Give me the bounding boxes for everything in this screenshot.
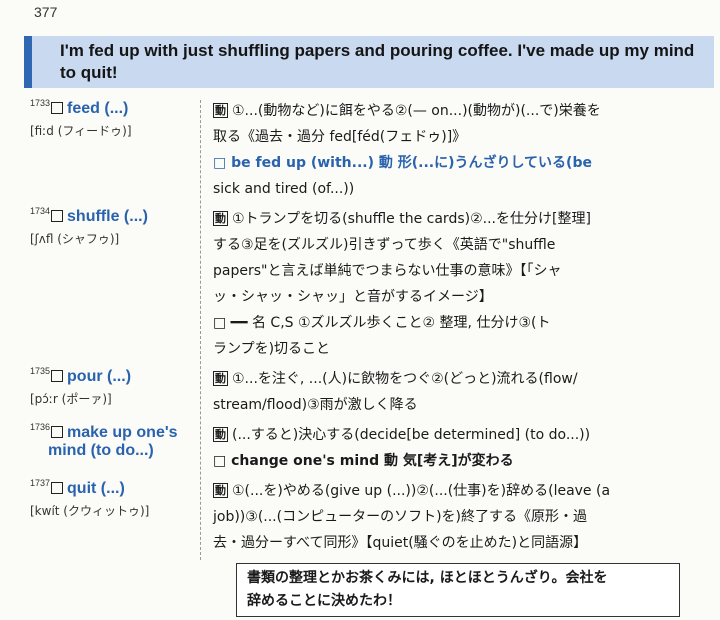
translation-line: 辞めることに決めたわ！ bbox=[247, 593, 401, 609]
definition-line: ①トランプを切る(shuffle the cards)②...を仕分け[整理] bbox=[232, 211, 591, 227]
example-sentence-heading: I'm fed up with just shuffling papers an… bbox=[24, 36, 714, 88]
part-of-speech-badge: 動 bbox=[213, 483, 228, 498]
headword: pour (...) bbox=[67, 368, 132, 385]
checkbox-icon[interactable] bbox=[51, 426, 64, 438]
pronunciation: [ʃʌfl (シャフゥ)] bbox=[30, 232, 120, 246]
definition-line: ッ・シャッ・シャッ」と音がするイメージ】 bbox=[213, 289, 493, 305]
definition-line: □ ━━ 名 C,S ①ズルズル歩くこと② 整理, 仕分け③(ト bbox=[213, 315, 551, 331]
part-of-speech-badge: 動 bbox=[213, 371, 228, 386]
definition-line: ①...を注ぐ, ...(人)に飲物をつぐ②(どっと)流れる(flow/ bbox=[232, 371, 578, 387]
page-number: 377 bbox=[34, 4, 58, 20]
definition-line: sick and tired (of...)) bbox=[213, 181, 355, 197]
definition: 動 ①トランプを切る(shuffle the cards)②...を仕分け[整理]… bbox=[213, 206, 673, 362]
entry-number: 1735 bbox=[30, 366, 51, 376]
entry-number: 1733 bbox=[30, 98, 51, 108]
pronunciation: [pɔ́ːr (ポーァ)] bbox=[30, 392, 112, 406]
part-of-speech-badge: 動 bbox=[213, 211, 228, 226]
entry-number: 1737 bbox=[30, 478, 51, 488]
checkbox-icon[interactable] bbox=[51, 482, 64, 494]
entry-headword: 1736 make up one's mind (to do...) bbox=[30, 422, 198, 460]
definition: 動 ①...を注ぐ, ...(人)に飲物をつぐ②(どっと)流れる(flow/ st… bbox=[213, 366, 673, 418]
translation-line: 書類の整理とかお茶くみには, ほとほとうんざり。会社を bbox=[247, 570, 608, 586]
entry-headword: 1734 shuffle (...) [ʃʌfl (シャフゥ)] bbox=[30, 206, 198, 247]
definition-line: ①(...を)やめる(give up (...))②(...(仕事)を)辞める(… bbox=[232, 483, 611, 499]
definition-line: する③足を(ズルズル)引きずって歩く《英語で"shuffle bbox=[213, 237, 556, 253]
definition-line: 取る《過去・過分 fed[féd(フェドゥ)]》 bbox=[213, 129, 467, 145]
translation-box: 書類の整理とかお茶くみには, ほとほとうんざり。会社を 辞めることに決めたわ！ bbox=[236, 563, 680, 617]
definition-line: ①...(動物など)に餌をやる②(— on...)(動物が)(...で)栄養を bbox=[232, 103, 601, 119]
headword: quit (...) bbox=[67, 480, 125, 497]
phrase-line: □ be fed up (with...) 動 形(...に)うんざりしている(… bbox=[213, 155, 592, 171]
checkbox-icon[interactable] bbox=[51, 102, 64, 114]
column-divider bbox=[200, 100, 201, 560]
definition: 動 ①...(動物など)に餌をやる②(— on...)(動物が)(...で)栄養を… bbox=[213, 98, 673, 202]
definition-line: stream/flood)③雨が激しく降る bbox=[213, 397, 418, 413]
entry-headword: 1737 quit (...) [kwít (クウィットゥ)] bbox=[30, 478, 198, 519]
headword: make up one's bbox=[67, 424, 178, 441]
definition-line: 去・過分ーすべて同形》【quiet(騒ぐのを止めた)と同語源】 bbox=[213, 535, 588, 551]
example-sentence-text: I'm fed up with just shuffling papers an… bbox=[60, 41, 695, 82]
part-of-speech-badge: 動 bbox=[213, 103, 228, 118]
headword-continued: mind (to do...) bbox=[48, 442, 154, 459]
pronunciation: [kwít (クウィットゥ)] bbox=[30, 504, 150, 518]
definition: 動 (...すると)決心する(decide[be determined] (to … bbox=[213, 422, 673, 474]
pronunciation: [fiːd (フィードゥ)] bbox=[30, 124, 132, 138]
phrase-line: □ change one's mind 動 気[考え]が変わる bbox=[213, 453, 514, 469]
entry-headword: 1735 pour (...) [pɔ́ːr (ポーァ)] bbox=[30, 366, 198, 407]
headword: shuffle (...) bbox=[67, 208, 148, 225]
checkbox-icon[interactable] bbox=[51, 370, 64, 382]
definition-line: job))③(...(コンピューターのソフト)を)終了する《原形・過 bbox=[213, 509, 588, 525]
definition: 動 ①(...を)やめる(give up (...))②(...(仕事)を)辞める… bbox=[213, 478, 673, 556]
entry-number: 1734 bbox=[30, 206, 51, 216]
definition-line: (...すると)決心する(decide[be determined] (to d… bbox=[232, 427, 591, 443]
entry-number: 1736 bbox=[30, 422, 51, 432]
entry-headword: 1733 feed (...) [fiːd (フィードゥ)] bbox=[30, 98, 198, 139]
checkbox-icon[interactable] bbox=[51, 210, 64, 222]
definition-line: ランプを)切ること bbox=[213, 341, 331, 357]
definition-line: papers"と言えば単純でつまらない仕事の意味》【「シャ bbox=[213, 263, 562, 279]
headword: feed (...) bbox=[67, 100, 129, 117]
part-of-speech-badge: 動 bbox=[213, 427, 228, 442]
